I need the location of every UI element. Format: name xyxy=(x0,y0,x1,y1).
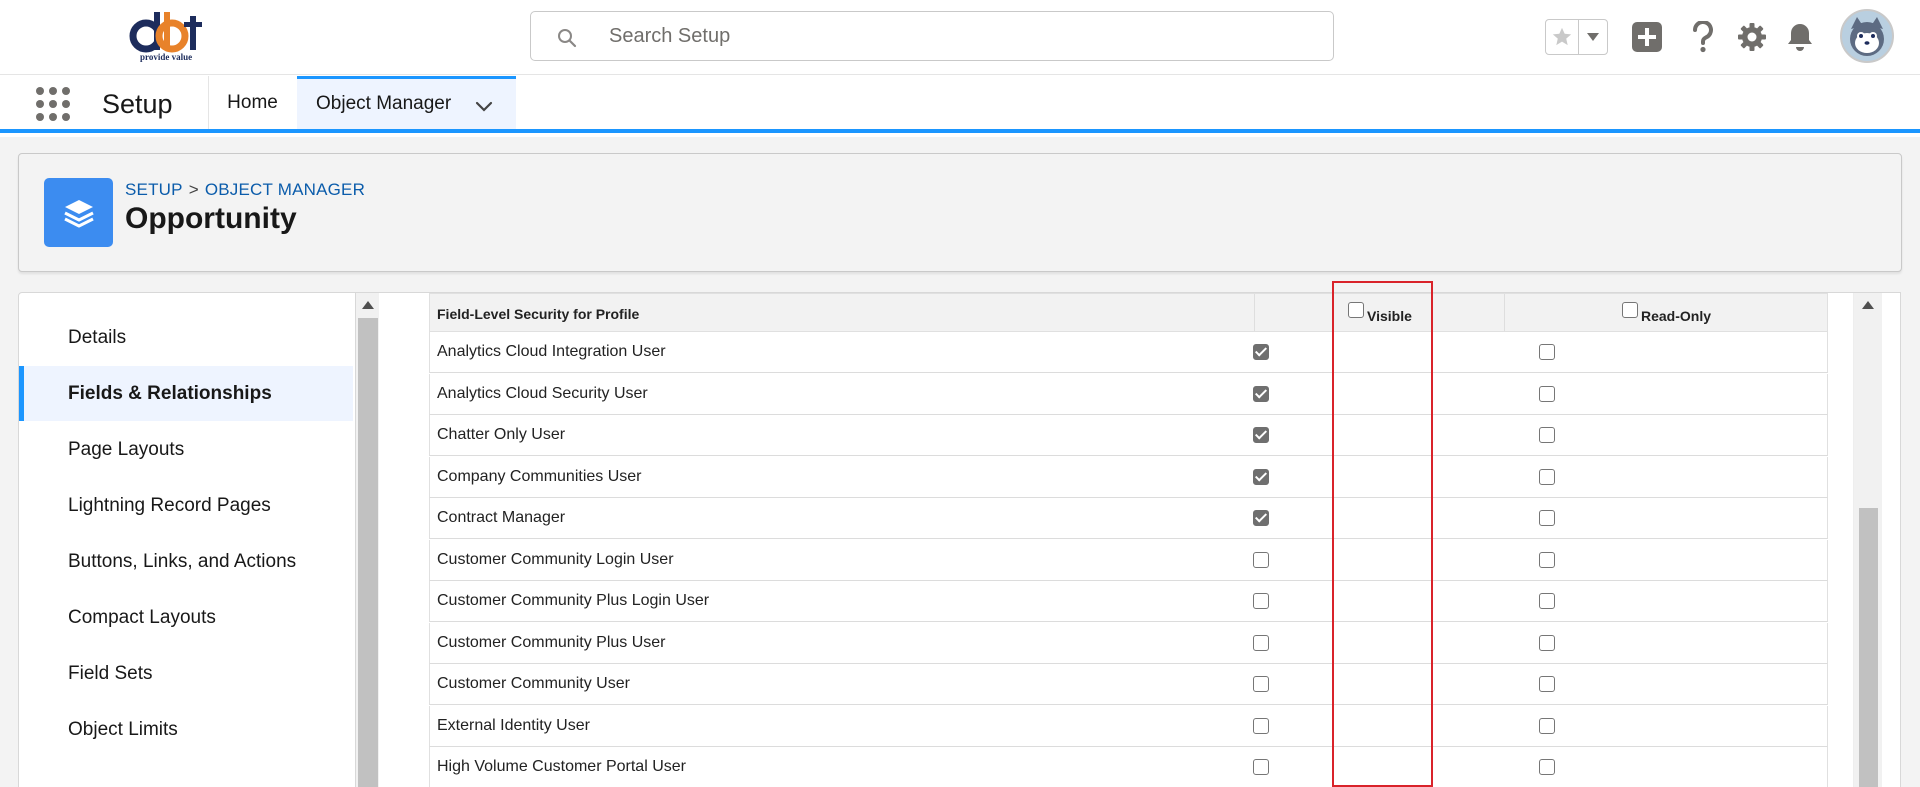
table-row: High Volume Customer Portal User xyxy=(429,747,1828,787)
layers-icon xyxy=(44,178,113,247)
search-icon xyxy=(558,29,577,48)
column-divider xyxy=(1504,294,1505,331)
visible-checkbox[interactable] xyxy=(1253,593,1269,609)
profile-name: Customer Community Plus User xyxy=(437,633,666,651)
read-only-checkbox[interactable] xyxy=(1539,468,1555,485)
visible-checkbox[interactable] xyxy=(1253,717,1269,734)
sidebar-item-fields-relationships[interactable]: Fields & Relationships xyxy=(19,366,353,421)
profile-name: External Identity User xyxy=(437,716,590,734)
profile-name: Analytics Cloud Integration User xyxy=(437,343,666,360)
sidebar-item-field-sets[interactable]: Field Sets xyxy=(19,646,353,701)
app-nav-bar: Setup Home Object Manager xyxy=(0,76,1920,133)
read-only-checkbox[interactable] xyxy=(1539,676,1555,692)
object-sidebar: Details Fields & Relationships Page Layo… xyxy=(18,292,379,787)
breadcrumb-setup[interactable]: SETUP xyxy=(125,180,183,199)
column-header-readonly: Read-Only xyxy=(1622,302,1711,324)
search-input[interactable] xyxy=(609,12,1309,60)
select-all-readonly-checkbox[interactable] xyxy=(1622,302,1638,318)
add-icon[interactable] xyxy=(1628,18,1666,56)
object-header: SETUP > OBJECT MANAGER Opportunity xyxy=(18,153,1902,272)
sidebar-scroll-thumb[interactable] xyxy=(358,318,378,787)
user-avatar[interactable] xyxy=(1840,9,1894,63)
table-row: Chatter Only User xyxy=(429,415,1828,456)
favorites-control[interactable] xyxy=(1545,19,1608,55)
page-title: Opportunity xyxy=(125,202,297,235)
column-header-readonly-label: Read-Only xyxy=(1641,308,1712,324)
sidebar-item-object-limits[interactable]: Object Limits xyxy=(19,702,353,757)
profile-name: Company Communities User xyxy=(437,467,642,485)
chevron-down-icon[interactable] xyxy=(1579,20,1607,54)
read-only-checkbox[interactable] xyxy=(1539,510,1555,526)
visible-checkbox[interactable] xyxy=(1253,344,1269,360)
search-box[interactable] xyxy=(530,11,1334,61)
read-only-checkbox[interactable] xyxy=(1539,593,1555,609)
visible-checkbox[interactable] xyxy=(1253,468,1269,485)
read-only-checkbox[interactable] xyxy=(1539,551,1555,568)
visible-checkbox[interactable] xyxy=(1253,510,1269,526)
fls-table-header: Field-Level Security for Profile Visible… xyxy=(429,293,1828,332)
profile-name: Customer Community Login User xyxy=(437,550,674,568)
sidebar-item-page-layouts[interactable]: Page Layouts xyxy=(19,422,353,477)
table-row: Customer Community User xyxy=(429,664,1828,705)
app-launcher-icon[interactable] xyxy=(36,87,70,121)
read-only-checkbox[interactable] xyxy=(1539,634,1555,651)
field-level-security-panel: Field-Level Security for Profile Visible… xyxy=(379,292,1901,787)
global-header: provide value xyxy=(0,0,1920,75)
tab-home[interactable]: Home xyxy=(209,76,296,129)
visible-checkbox[interactable] xyxy=(1253,634,1269,651)
breadcrumb-separator: > xyxy=(188,180,199,199)
profile-name: Chatter Only User xyxy=(437,426,566,443)
notification-bell-icon[interactable] xyxy=(1781,18,1819,56)
profile-name: Contract Manager xyxy=(437,509,566,526)
visible-checkbox[interactable] xyxy=(1253,759,1269,775)
help-icon[interactable] xyxy=(1684,18,1722,56)
table-row: Contract Manager xyxy=(429,498,1828,539)
visible-checkbox[interactable] xyxy=(1253,551,1269,568)
read-only-checkbox[interactable] xyxy=(1539,759,1555,775)
scroll-up-icon[interactable] xyxy=(362,301,374,309)
column-header-visible: Visible xyxy=(1348,302,1412,324)
scroll-up-icon[interactable] xyxy=(1862,301,1874,309)
table-row: Analytics Cloud Integration User xyxy=(429,332,1828,373)
visible-checkbox[interactable] xyxy=(1253,385,1269,402)
sidebar-item-details[interactable]: Details xyxy=(19,310,353,365)
profile-name: Customer Community User xyxy=(437,675,630,692)
sidebar-item-buttons-links-actions[interactable]: Buttons, Links, and Actions xyxy=(19,534,353,589)
read-only-checkbox[interactable] xyxy=(1539,344,1555,360)
table-row: Customer Community Plus Login User xyxy=(429,581,1828,622)
sidebar-item-lightning-record-pages[interactable]: Lightning Record Pages xyxy=(19,478,353,533)
table-row: Analytics Cloud Security User xyxy=(429,373,1828,415)
table-row: Customer Community Plus User xyxy=(429,622,1828,664)
select-all-visible-checkbox[interactable] xyxy=(1348,302,1364,318)
main-scrollbar[interactable] xyxy=(1853,293,1899,787)
profile-name: Analytics Cloud Security User xyxy=(437,384,648,402)
setup-gear-icon[interactable] xyxy=(1733,18,1771,56)
logo-tagline: provide value xyxy=(140,52,193,62)
read-only-checkbox[interactable] xyxy=(1539,717,1555,734)
breadcrumb: SETUP > OBJECT MANAGER xyxy=(125,180,365,200)
column-header-visible-label: Visible xyxy=(1367,308,1412,324)
star-icon[interactable] xyxy=(1546,20,1580,54)
visible-checkbox[interactable] xyxy=(1253,676,1269,692)
app-name: Setup xyxy=(102,89,173,119)
profile-name: High Volume Customer Portal User xyxy=(437,758,686,775)
table-row: External Identity User xyxy=(429,705,1828,747)
table-row: Company Communities User xyxy=(429,456,1828,498)
column-divider xyxy=(1254,294,1255,331)
profile-name: Customer Community Plus Login User xyxy=(437,592,710,609)
content-area: SETUP > OBJECT MANAGER Opportunity Details… xyxy=(0,137,1920,787)
sidebar-scrollbar[interactable] xyxy=(355,293,379,787)
read-only-checkbox[interactable] xyxy=(1539,427,1555,443)
tab-object-manager-label: Object Manager xyxy=(316,93,452,114)
sidebar-item-compact-layouts[interactable]: Compact Layouts xyxy=(19,590,353,645)
chevron-down-icon[interactable] xyxy=(475,101,493,112)
read-only-checkbox[interactable] xyxy=(1539,385,1555,402)
main-scroll-thumb[interactable] xyxy=(1859,508,1878,787)
breadcrumb-object-manager[interactable]: OBJECT MANAGER xyxy=(205,180,365,199)
column-header-profile: Field-Level Security for Profile xyxy=(437,306,640,322)
visible-checkbox[interactable] xyxy=(1253,427,1269,443)
table-row: Customer Community Login User xyxy=(429,539,1828,581)
tab-object-manager[interactable]: Object Manager xyxy=(297,76,516,129)
